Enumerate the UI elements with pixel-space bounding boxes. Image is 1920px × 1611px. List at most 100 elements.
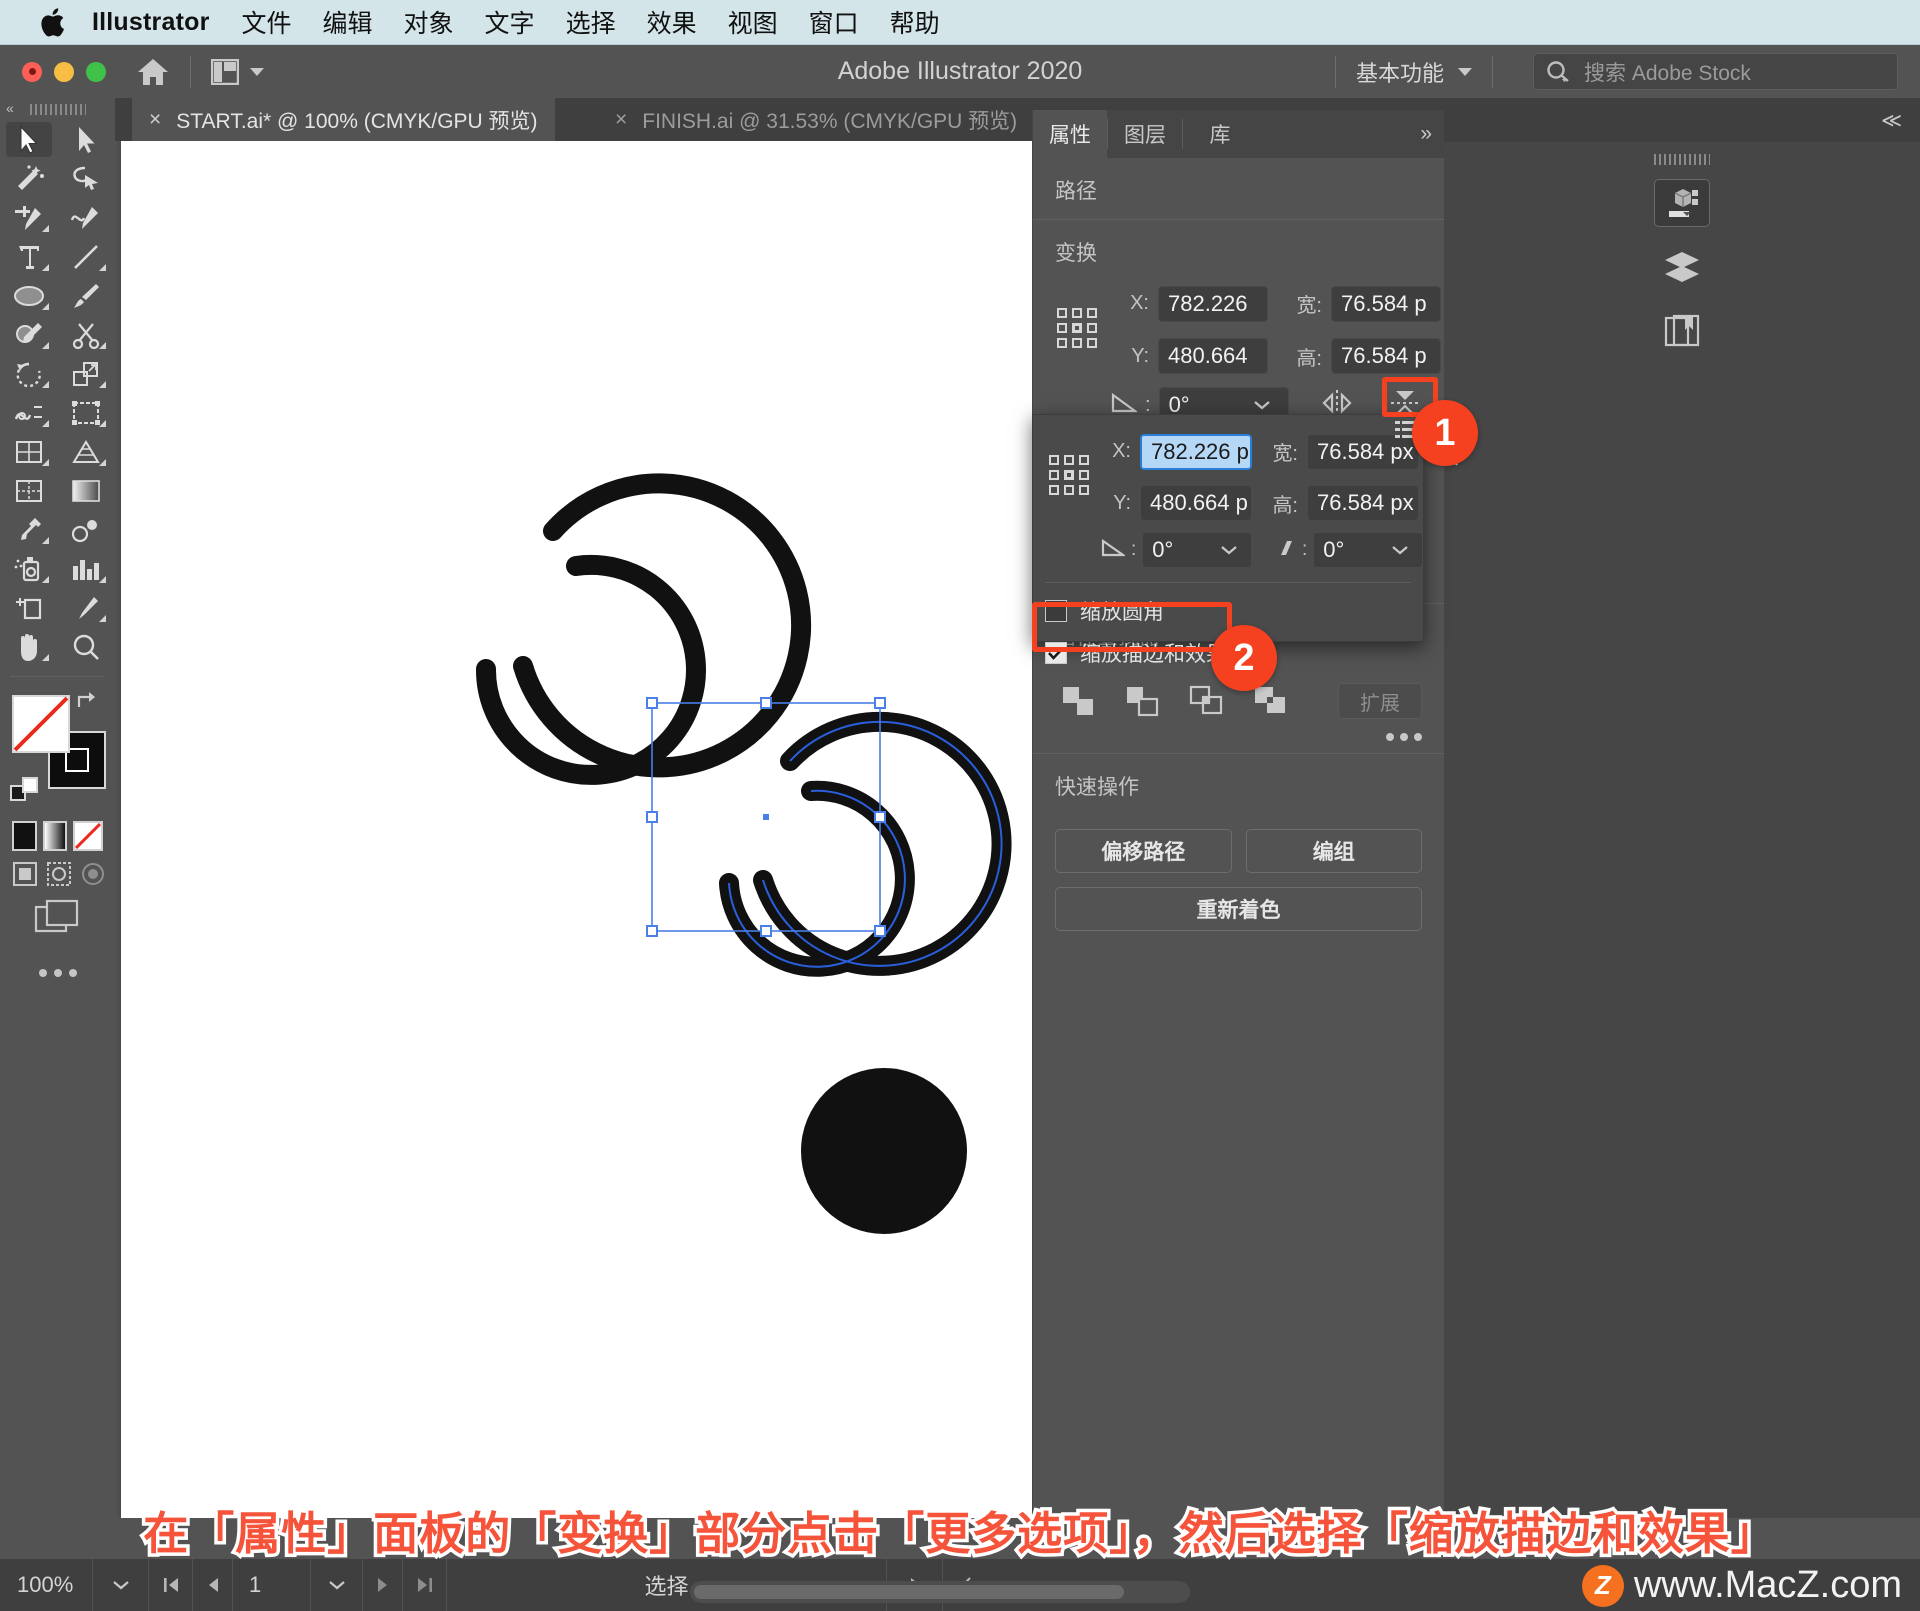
libraries-panel-icon[interactable] — [1654, 307, 1710, 355]
group-button[interactable]: 编组 — [1245, 829, 1422, 873]
scale-tool[interactable] — [57, 354, 114, 393]
expand-button[interactable]: 扩展 — [1338, 683, 1422, 719]
reference-point-grid-icon[interactable] — [1047, 453, 1091, 497]
add-anchor-point-tool[interactable] — [0, 198, 57, 237]
curvature-tool[interactable] — [57, 198, 114, 237]
unite-icon[interactable] — [1055, 679, 1101, 723]
tab-properties[interactable]: 属性 — [1033, 110, 1107, 158]
tools-more-icon[interactable] — [0, 937, 115, 977]
last-artboard-icon[interactable] — [402, 1559, 446, 1611]
mesh-tool[interactable] — [0, 471, 57, 510]
shaper-tool[interactable] — [0, 315, 57, 354]
dock-grip[interactable] — [1444, 142, 1920, 165]
menu-item-select[interactable]: 选择 — [566, 4, 616, 40]
artboard-number-field[interactable]: 1 — [232, 1559, 310, 1611]
chevron-down-icon[interactable] — [250, 67, 264, 76]
y-field[interactable]: 480.664 — [1158, 338, 1268, 374]
workspace-name[interactable]: 基本功能 — [1356, 56, 1444, 88]
prev-artboard-icon[interactable] — [192, 1559, 232, 1611]
search-input[interactable]: 搜索 Adobe Stock — [1533, 53, 1898, 90]
reference-point-grid-icon[interactable] — [1055, 306, 1099, 350]
horizontal-scrollbar[interactable] — [690, 1581, 1190, 1603]
collapse-panels-icon[interactable]: ≪ — [1444, 98, 1920, 142]
symbol-sprayer-tool[interactable] — [0, 549, 57, 588]
ellipse-tool[interactable] — [0, 276, 57, 315]
close-icon[interactable]: × — [615, 108, 627, 132]
perspective-grid-tool[interactable] — [57, 432, 114, 471]
menu-item-effect[interactable]: 效果 — [647, 4, 697, 40]
menu-item-type[interactable]: 文字 — [485, 4, 535, 40]
menu-item-view[interactable]: 视图 — [728, 4, 778, 40]
popup-x-field[interactable]: 782.226 p — [1140, 433, 1252, 470]
direct-selection-tool[interactable] — [57, 120, 114, 159]
blend-tool[interactable] — [57, 510, 114, 549]
popup-shear-dropdown[interactable] — [1378, 532, 1423, 568]
chevron-down-icon[interactable] — [1458, 67, 1472, 76]
pathfinder-more-options-dots-icon[interactable] — [1055, 723, 1422, 753]
shape-builder-tool[interactable] — [0, 432, 57, 471]
zoom-level-value[interactable]: 100% — [0, 1559, 92, 1611]
color-swatch-gradient[interactable] — [42, 821, 67, 851]
magic-wand-tool[interactable] — [0, 159, 57, 198]
recolor-button[interactable]: 重新着色 — [1055, 887, 1422, 931]
artboard-dropdown[interactable] — [310, 1559, 362, 1611]
menu-item-edit[interactable]: 编辑 — [323, 4, 373, 40]
close-window-button[interactable] — [22, 61, 42, 82]
eyedropper-tool[interactable] — [0, 510, 57, 549]
swap-fill-stroke-icon[interactable] — [75, 689, 101, 720]
popup-rotation-field[interactable]: 0° — [1142, 532, 1207, 568]
menu-app-name[interactable]: Illustrator — [92, 8, 210, 37]
popup-height-field[interactable]: 76.584 px — [1307, 485, 1419, 521]
color-swatch-black[interactable] — [12, 821, 37, 851]
popup-shear-field[interactable]: 0° — [1313, 532, 1378, 568]
tools-panel-grip[interactable] — [0, 98, 115, 120]
zoom-dropdown[interactable] — [92, 1559, 148, 1611]
intersect-icon[interactable] — [1183, 679, 1229, 723]
screen-mode-icon[interactable] — [0, 889, 115, 937]
selection-tool[interactable] — [0, 120, 57, 159]
minus-front-icon[interactable] — [1119, 679, 1165, 723]
draw-normal-icon[interactable] — [12, 859, 38, 889]
close-icon[interactable]: × — [149, 108, 161, 132]
next-artboard-icon[interactable] — [362, 1559, 402, 1611]
tab-layers[interactable]: 图层 — [1108, 110, 1182, 158]
height-field[interactable]: 76.584 p — [1331, 338, 1441, 374]
width-tool[interactable] — [0, 393, 57, 432]
offset-path-button[interactable]: 偏移路径 — [1055, 829, 1232, 873]
line-segment-tool[interactable] — [57, 237, 114, 276]
scissors-tool[interactable] — [57, 315, 114, 354]
popup-y-field[interactable]: 480.664 p — [1140, 485, 1252, 521]
home-icon[interactable] — [136, 55, 170, 89]
first-artboard-icon[interactable] — [148, 1559, 192, 1611]
zoom-tool[interactable] — [57, 627, 114, 666]
tab-finish-ai[interactable]: × FINISH.ai @ 31.53% (CMYK/GPU 预览) — [598, 98, 1034, 141]
menu-item-file[interactable]: 文件 — [242, 4, 292, 40]
tab-start-ai[interactable]: × START.ai* @ 100% (CMYK/GPU 预览) — [132, 98, 555, 141]
menu-item-object[interactable]: 对象 — [404, 4, 454, 40]
paintbrush-tool[interactable] — [57, 276, 114, 315]
slice-tool[interactable] — [57, 588, 114, 627]
chevron-double-right-icon[interactable]: » — [1420, 122, 1432, 146]
properties-panel-icon[interactable] — [1654, 179, 1710, 227]
lasso-tool[interactable] — [57, 159, 114, 198]
tab-libraries[interactable]: 库 — [1183, 110, 1257, 158]
collapse-tools-icon[interactable]: « — [6, 100, 14, 116]
x-field[interactable]: 782.226 — [1158, 285, 1268, 322]
fill-color-swatch[interactable] — [12, 695, 70, 753]
draw-inside-icon[interactable] — [80, 859, 106, 889]
popup-rotation-dropdown[interactable] — [1207, 532, 1252, 568]
artboard-tool[interactable] — [0, 588, 57, 627]
color-swatch-none[interactable] — [73, 821, 103, 851]
menu-item-help[interactable]: 帮助 — [890, 4, 940, 40]
zoom-window-button[interactable] — [86, 61, 106, 82]
rotate-tool[interactable] — [0, 354, 57, 393]
width-field[interactable]: 76.584 p — [1331, 285, 1441, 322]
default-fill-stroke-icon[interactable] — [10, 776, 40, 811]
type-tool[interactable] — [0, 237, 57, 276]
draw-behind-icon[interactable] — [46, 859, 72, 889]
hand-tool[interactable] — [0, 627, 57, 666]
gradient-tool[interactable] — [57, 471, 114, 510]
apple-logo-icon[interactable] — [40, 7, 66, 37]
minimize-window-button[interactable] — [54, 61, 74, 82]
layers-panel-icon[interactable] — [1654, 243, 1710, 291]
